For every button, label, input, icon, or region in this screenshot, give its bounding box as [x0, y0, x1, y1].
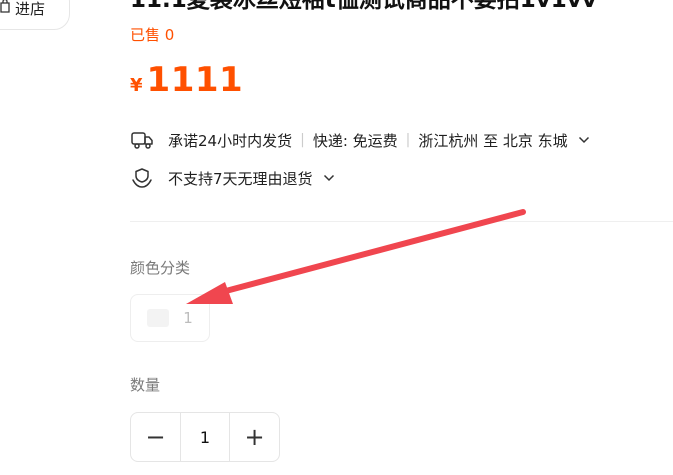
quantity-value[interactable]: 1 [180, 413, 230, 461]
price-amount: 1111 [146, 60, 244, 100]
sku-label: 颜色分类 [130, 259, 191, 277]
quantity-stepper[interactable]: − 1 + [130, 412, 280, 462]
increment-button[interactable]: + [230, 413, 279, 461]
separator: | [300, 132, 305, 148]
shield-hand-icon [130, 167, 156, 189]
delivery-promise: 承诺24小时内发货 [168, 131, 293, 150]
enter-shop-label: 进店 [14, 0, 45, 18]
shipping-route[interactable]: 浙江杭州 至 北京 东城 [418, 130, 567, 151]
return-policy-row[interactable]: 不支持7天无理由退货 [130, 167, 335, 189]
quantity-label: 数量 [130, 376, 161, 394]
express-fee: 快递: 免运费 [312, 131, 398, 150]
separator: | [405, 132, 411, 148]
enter-shop-button[interactable]: 进店 [0, 0, 70, 30]
sku-option[interactable]: 1 [130, 294, 210, 342]
sold-count: 已售 0 [130, 26, 175, 44]
return-policy-label: 不支持7天无理由退货 [168, 169, 313, 188]
divider [130, 221, 673, 222]
store-icon [0, 0, 11, 17]
price: ¥ 1111 [130, 60, 243, 100]
currency-symbol: ¥ [130, 75, 143, 96]
chevron-down-icon[interactable] [323, 171, 335, 185]
product-title: 11.1夏装冰丝短袖t恤测试商品不要拍1v1vv [130, 0, 597, 13]
sku-thumbnail [147, 309, 170, 327]
chevron-down-icon[interactable] [578, 133, 590, 147]
sku-option-label: 1 [183, 309, 193, 327]
decrement-button[interactable]: − [131, 413, 180, 461]
annotation-arrow [186, 209, 526, 304]
truck-icon [130, 129, 156, 151]
shipping-row: 承诺24小时内发货 | 快递: 免运费 | 浙江杭州 至 北京 东城 [130, 129, 590, 151]
annotation-arrow-shaft [219, 209, 526, 295]
